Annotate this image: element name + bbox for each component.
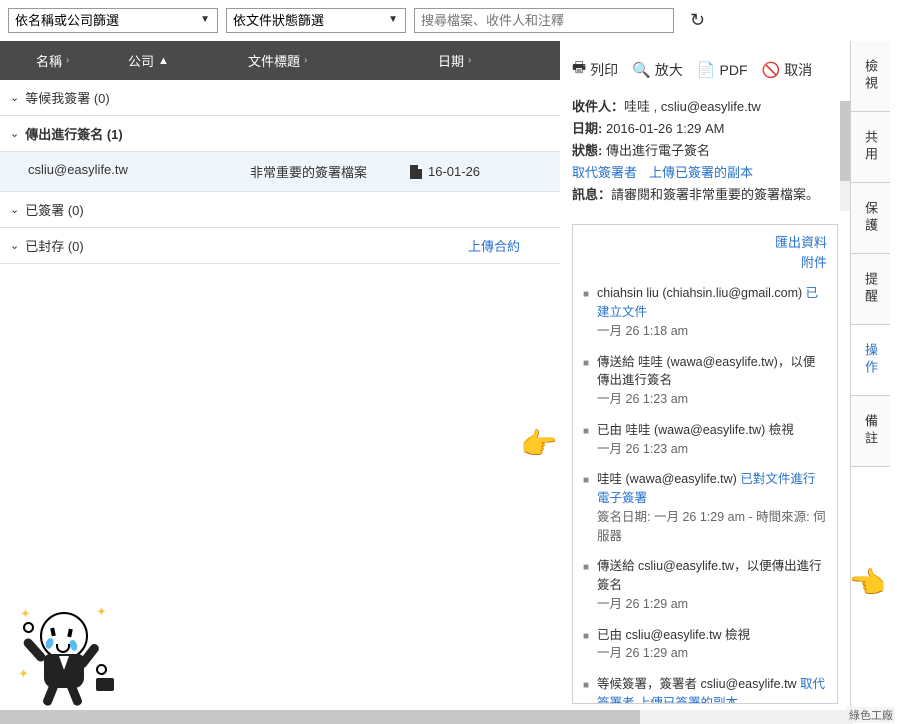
upload-signed-copy-link[interactable]: 上傳已簽署的副本 [649,162,753,184]
side-tab-actions[interactable]: 操作 [851,325,890,396]
side-tab-share[interactable]: 共用 [851,112,890,183]
cancel-button[interactable]: 🚫取消 [762,60,813,80]
group-signed[interactable]: 已簽署 (0) [0,192,560,228]
detail-info: 收件人：哇哇 , csliu@easylife.tw 日期: 2016-01-2… [572,92,838,210]
print-button[interactable]: 🖶列印 [572,57,618,82]
export-data-link[interactable]: 匯出資料 [583,233,827,253]
cancel-icon: 🚫 [762,61,781,79]
history-item: ■chiahsin liu (chiahsin.liu@gmail.com) 已… [583,278,827,346]
search-input[interactable] [414,8,674,33]
group-sent-out[interactable]: 傳出進行簽名 (1) [0,116,560,152]
history-item: ■傳送給 哇哇 (wawa@easylife.tw)，以便傳出進行簽名一月 26… [583,347,827,415]
zoom-icon: 🔍 [632,61,651,79]
history-item: ■傳送給 csliu@easylife.tw，以便傳出進行簽名一月 26 1:2… [583,551,827,619]
horizontal-scrollbar[interactable] [0,710,853,724]
detail-scrollbar[interactable] [840,101,850,211]
group-waiting-me[interactable]: 等候我簽署 (0) [0,80,560,116]
side-tab-notes[interactable]: 備註 [851,396,890,467]
history-item: ■等候簽署，簽署者 csliu@easylife.tw 取代簽署者 上傳已簽署的… [583,669,827,704]
replace-signer-link[interactable]: 取代簽署者 [572,162,637,184]
row-date: 16-01-26 [410,162,480,181]
group-archived[interactable]: 已封存 (0)上傳合約 [0,228,560,264]
filter-name-company-select[interactable]: 依名稱或公司篩選 [8,8,218,33]
history-item: ■哇哇 (wawa@easylife.tw) 已對文件進行電子簽署簽名日期: 一… [583,464,827,551]
zoom-button[interactable]: 🔍放大 [632,60,683,80]
filter-status-select[interactable]: 依文件狀態篩選 [226,8,406,33]
history-item: ■已由 csliu@easylife.tw 檢視一月 26 1:29 am [583,620,827,670]
pdf-icon: 📄 [697,61,716,79]
history-item: ■已由 哇哇 (wawa@easylife.tw) 檢視一月 26 1:23 a… [583,415,827,465]
pdf-button[interactable]: 📄PDF [697,61,748,79]
pointing-hand-icon: 👉 [850,566,887,601]
document-icon [410,165,422,179]
table-header: 名稱 › 公司 ▲ 文件標題 › 日期 › [0,41,560,80]
th-company[interactable]: 公司 ▲ [128,51,248,70]
th-title[interactable]: 文件標題 › [248,51,408,70]
row-email: csliu@easylife.tw [10,162,250,181]
upload-contract-link[interactable]: 上傳合約 [84,236,550,255]
crying-character-sticker: ✦✦✦ [18,602,118,702]
document-row[interactable]: csliu@easylife.tw 非常重要的簽署檔案 16-01-26 [0,152,560,192]
history-panel: 匯出資料 附件 ■chiahsin liu (chiahsin.liu@gmai… [572,224,838,704]
side-tab-protect[interactable]: 保護 [851,183,890,254]
side-tab-view[interactable]: 檢視 [851,41,890,112]
row-title: 非常重要的簽署檔案 [250,162,410,181]
watermark: 綠色工廠 [847,707,895,723]
print-icon: 🖶 [572,57,586,82]
th-name[interactable]: 名稱 › [8,51,128,70]
side-tab-remind[interactable]: 提醒 [851,254,890,325]
attachments-link[interactable]: 附件 [583,253,827,273]
pointing-hand-icon: 👉 [520,427,557,462]
refresh-icon[interactable]: ↻ [690,10,705,31]
th-date[interactable]: 日期 › [408,51,528,70]
